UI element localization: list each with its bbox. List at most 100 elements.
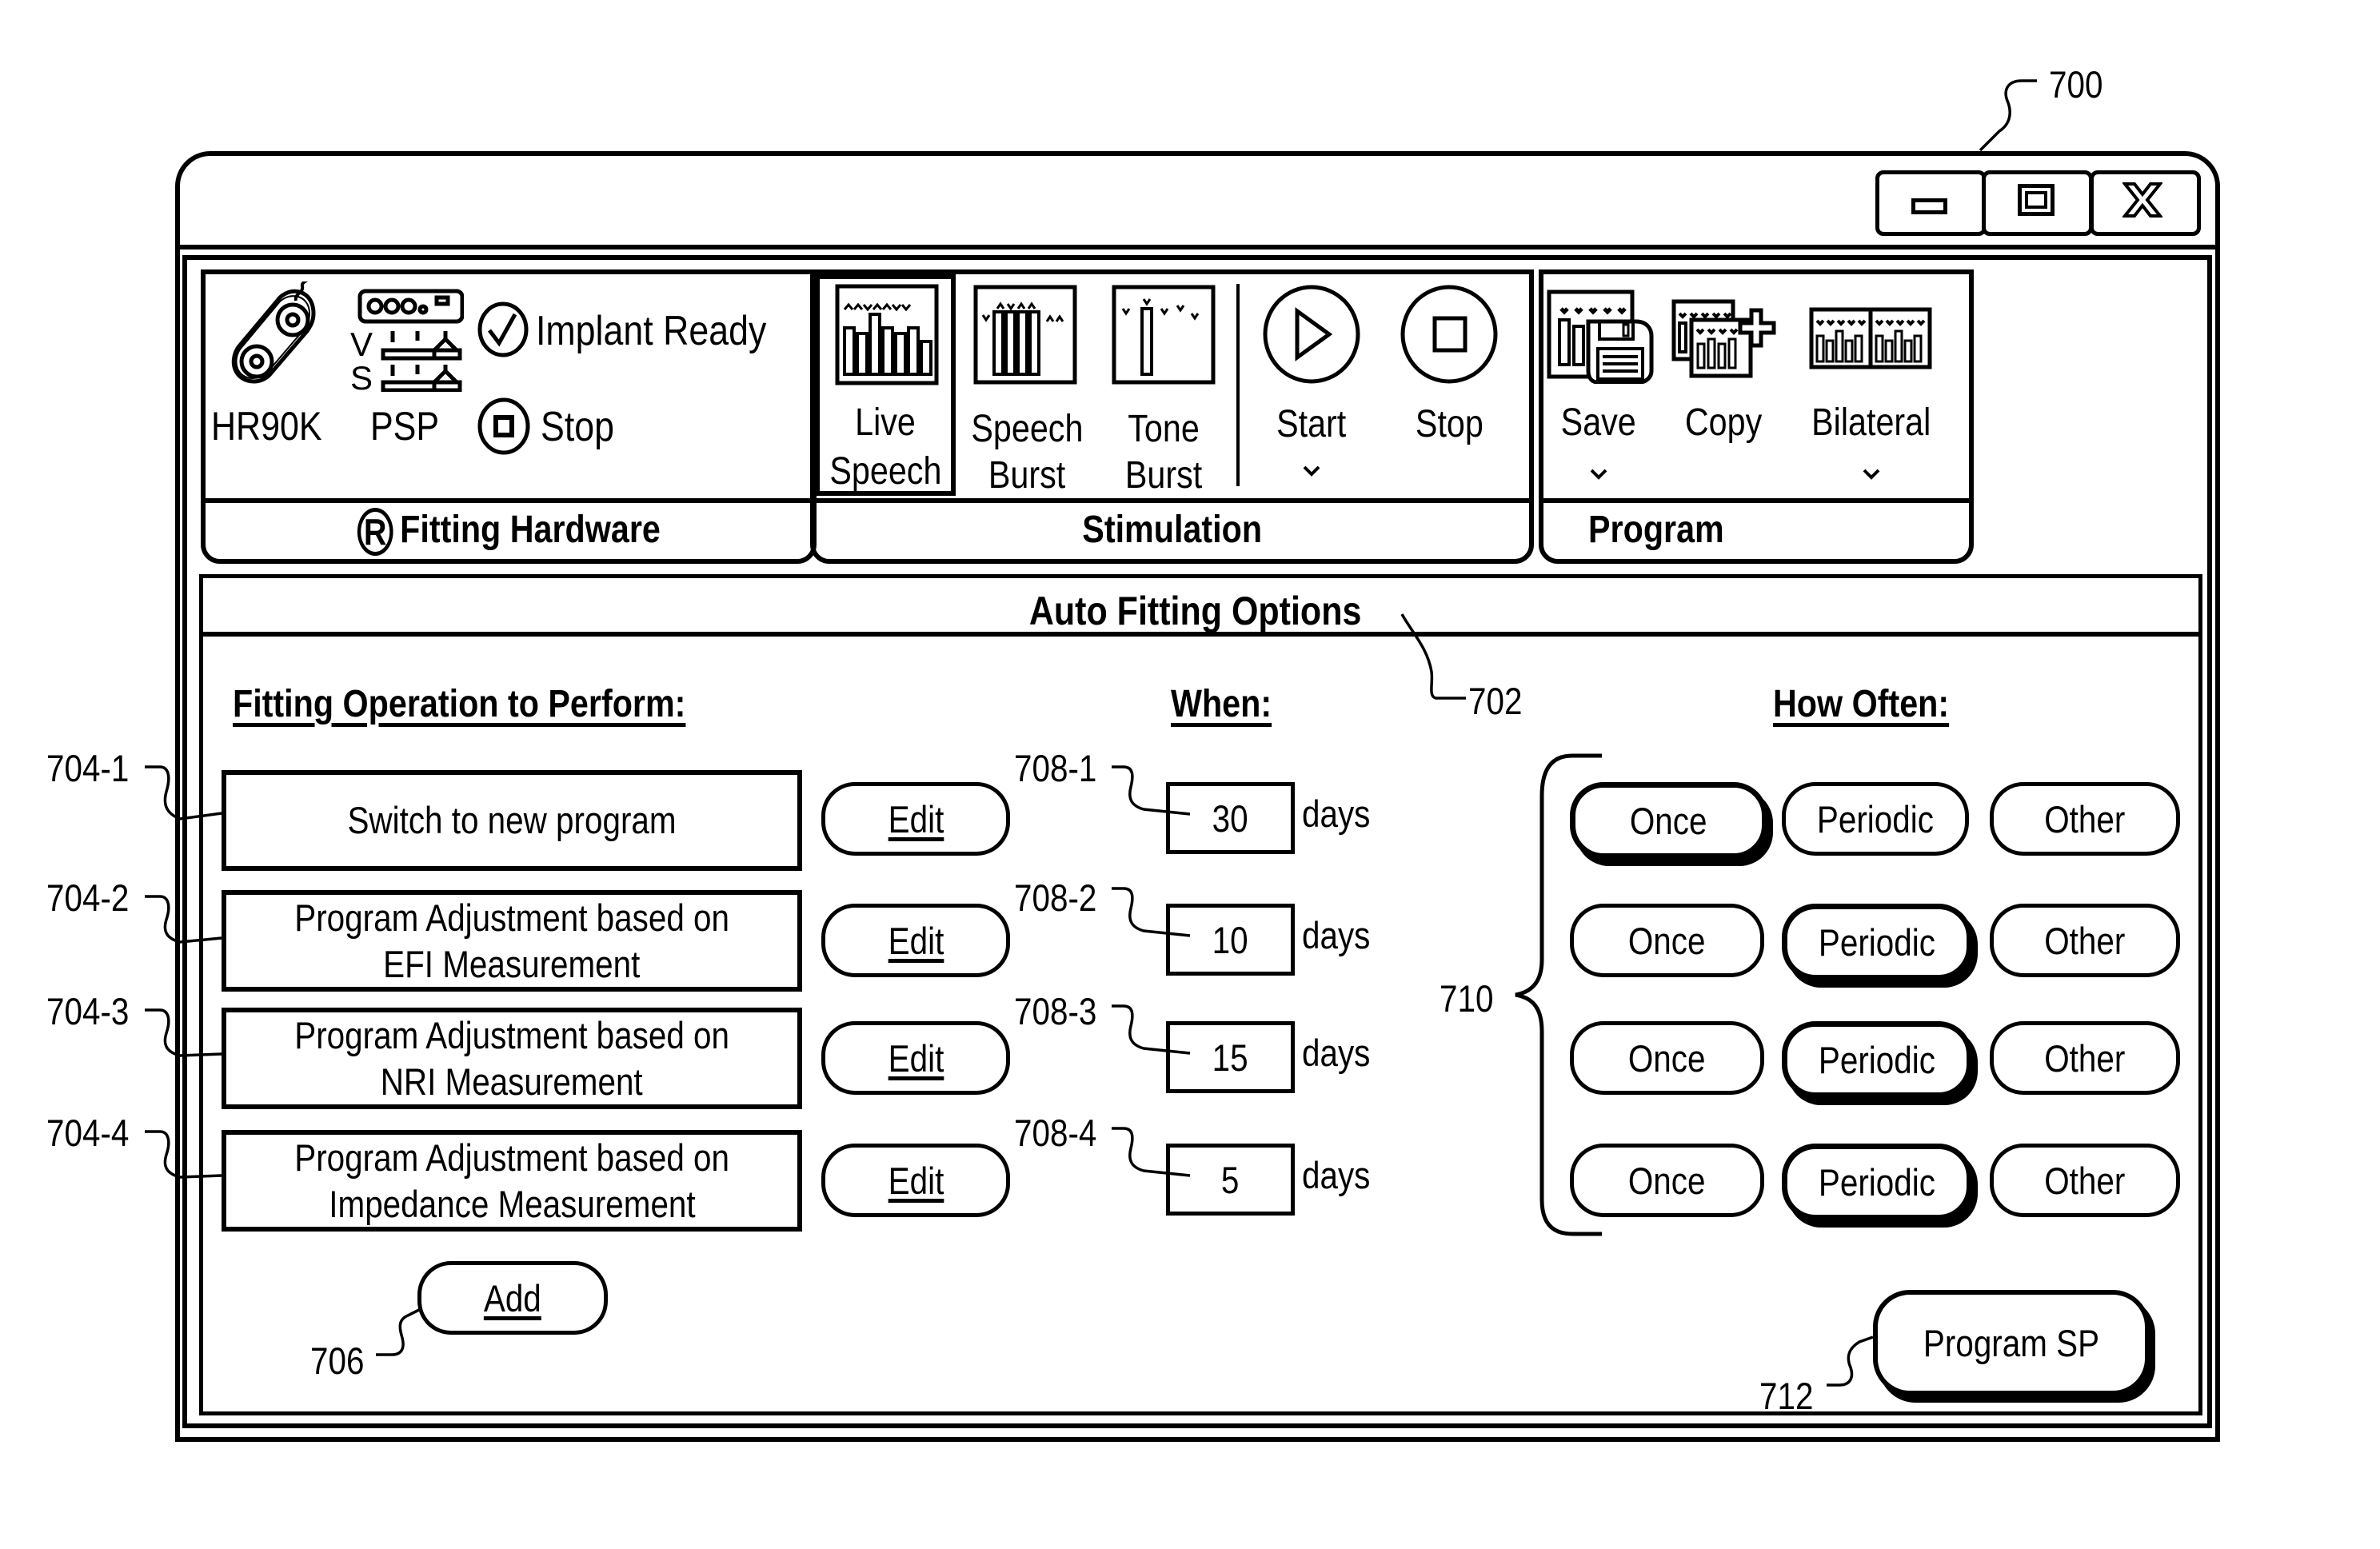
tone-burst-icon	[1112, 285, 1216, 385]
how-often-option-label: Periodic	[1818, 920, 1936, 964]
copy-program-label: Copy	[1684, 401, 1763, 444]
edit-button-row-4[interactable]: Edit	[821, 1144, 1010, 1217]
program-sp-button[interactable]: Program SP	[1873, 1290, 2150, 1395]
speech-burst-label: Speech	[970, 408, 1083, 450]
start-button[interactable]: Start	[1256, 280, 1368, 489]
how-often-periodic-row-3[interactable]: Periodic	[1782, 1021, 1972, 1098]
how-often-option-label: Other	[2044, 1036, 2126, 1080]
psp-letter-v: V	[350, 325, 373, 363]
edit-button-row-1[interactable]: Edit	[821, 782, 1010, 856]
registered-circle-r-icon: R	[357, 508, 393, 557]
close-icon	[2122, 182, 2162, 218]
ref-label-708-1: 708-1	[1014, 747, 1097, 789]
stop-circle-icon	[477, 397, 530, 455]
close-button[interactable]	[2090, 170, 2201, 236]
how-often-option-label: Other	[2044, 919, 2126, 962]
live-speech-label: Live	[855, 401, 916, 444]
auto-fitting-title: Auto Fitting Options	[1029, 589, 1362, 633]
hr90k-label[interactable]: HR90K	[211, 406, 322, 446]
save-dropdown-chevron-icon[interactable]	[1539, 461, 1659, 485]
tone-burst-label-2: Burst	[1124, 454, 1203, 497]
bilateral-program-label: Bilateral	[1811, 401, 1931, 444]
stimulation-separator	[1236, 284, 1240, 486]
hardware-stop-label: Stop	[541, 404, 615, 450]
start-label: Start	[1276, 403, 1347, 445]
ref-label-708-4: 708-4	[1014, 1112, 1097, 1154]
how-often-option-label: Once	[1628, 919, 1706, 962]
stop-square-circle-icon	[1400, 285, 1498, 384]
psp-label[interactable]: PSP	[370, 406, 439, 446]
how-often-periodic-row-4[interactable]: Periodic	[1782, 1144, 1972, 1220]
check-circle-icon	[477, 301, 529, 357]
when-column-header: When:	[1171, 683, 1272, 725]
maximize-button[interactable]	[1982, 170, 2093, 236]
operation-column-header: Fitting Operation to Perform:	[233, 683, 686, 725]
how-often-once-row-1[interactable]: Once	[1570, 782, 1767, 859]
how-often-once-row-4[interactable]: Once	[1570, 1144, 1764, 1217]
tone-burst-label: Tone	[1128, 408, 1200, 450]
stimulation-stop-button[interactable]: Stop	[1393, 280, 1505, 489]
how-often-periodic-row-1[interactable]: Periodic	[1782, 782, 1969, 856]
how-often-periodic-row-2[interactable]: Periodic	[1782, 904, 1972, 980]
ref-label-712: 712	[1759, 1375, 1814, 1417]
minimize-button[interactable]	[1875, 170, 1987, 236]
copy-program-icon	[1671, 299, 1776, 378]
operation-switch-program[interactable]: Switch to new program	[222, 770, 802, 871]
how-often-other-row-4[interactable]: Other	[1990, 1144, 2180, 1217]
program-label: Program	[1588, 509, 1724, 551]
ref-label-704-4: 704-4	[46, 1112, 130, 1154]
group-divider	[206, 498, 812, 503]
when-days-input-row-4[interactable]: 5	[1166, 1144, 1295, 1216]
days-unit-label: days	[1302, 792, 1371, 835]
ref-label-706: 706	[310, 1339, 365, 1382]
when-days-input-row-2[interactable]: 10	[1166, 904, 1295, 976]
group-divider	[1543, 498, 1969, 503]
when-days-input-row-1[interactable]: 30	[1166, 782, 1295, 854]
ref-label-704-3: 704-3	[46, 990, 130, 1032]
operation-impedance-adjustment[interactable]: Program Adjustment based on Impedance Me…	[222, 1130, 802, 1232]
implant-icon	[231, 281, 316, 384]
add-operation-button[interactable]: Add	[417, 1261, 608, 1335]
operation-nri-adjustment[interactable]: Program Adjustment based on NRI Measurem…	[222, 1008, 802, 1109]
ref-label-700: 700	[2049, 63, 2103, 106]
live-speech-label-2: Speech	[829, 450, 941, 493]
stimulation-stop-label: Stop	[1415, 403, 1484, 445]
how-often-option-label: Periodic	[1816, 797, 1935, 840]
how-often-option-label: Other	[2044, 1159, 2126, 1202]
stimulation-label: Stimulation	[1082, 509, 1262, 551]
when-days-input-row-3[interactable]: 15	[1166, 1021, 1295, 1093]
live-speech-icon	[835, 284, 939, 385]
bilateral-dropdown-chevron-icon[interactable]	[1797, 461, 1945, 485]
copy-program-button[interactable]: Copy	[1671, 288, 1783, 488]
maximize-icon	[2018, 184, 2055, 216]
how-often-option-label: Other	[2044, 797, 2126, 840]
ref-label-708-2: 708-2	[1014, 876, 1097, 919]
start-dropdown-chevron-icon[interactable]	[1256, 457, 1368, 481]
save-program-button[interactable]: Save	[1547, 288, 1659, 488]
how-often-once-row-2[interactable]: Once	[1570, 904, 1764, 977]
save-program-label: Save	[1560, 401, 1637, 444]
bilateral-program-button[interactable]: Bilateral	[1801, 288, 1941, 488]
save-program-icon	[1547, 289, 1654, 384]
how-often-other-row-2[interactable]: Other	[1990, 904, 2180, 977]
ref-label-704-2: 704-2	[46, 876, 130, 919]
operation-efi-adjustment[interactable]: Program Adjustment based on EFI Measurem…	[222, 890, 802, 992]
how-often-option-label: Periodic	[1818, 1160, 1936, 1204]
days-unit-label: days	[1302, 1032, 1371, 1074]
how-often-other-row-3[interactable]: Other	[1990, 1021, 2180, 1095]
minimize-icon	[1911, 198, 1947, 214]
how-often-option-label: Once	[1628, 1036, 1706, 1080]
how-often-column-header: How Often:	[1773, 683, 1950, 725]
edit-button-row-2[interactable]: Edit	[821, 904, 1010, 977]
play-circle-icon	[1263, 285, 1360, 384]
processor-icon: V S	[350, 289, 464, 392]
speech-burst-label-2: Burst	[988, 454, 1066, 497]
hardware-stop-button[interactable]: Stop	[477, 397, 629, 456]
how-often-once-row-3[interactable]: Once	[1570, 1021, 1764, 1095]
how-often-option-label: Once	[1628, 1159, 1706, 1202]
edit-button-row-3[interactable]: Edit	[821, 1021, 1010, 1095]
title-bar-divider	[175, 245, 2220, 250]
psp-letter-s: S	[350, 359, 373, 392]
how-often-option-label: Once	[1630, 799, 1707, 842]
how-often-other-row-1[interactable]: Other	[1990, 782, 2180, 856]
